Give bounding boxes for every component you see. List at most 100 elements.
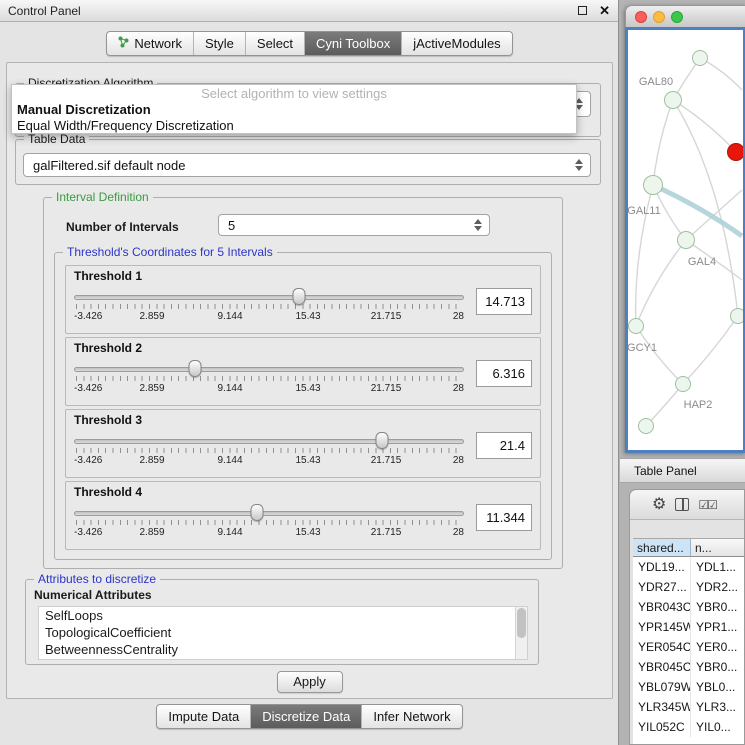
table-row[interactable]: YDL19...YDL1...: [633, 557, 744, 577]
table-row[interactable]: YBR045CYBR0...: [633, 657, 744, 677]
attributes-group: Attributes to discretize Numerical Attri…: [25, 579, 539, 665]
table-row[interactable]: YBL079WYBL0...: [633, 677, 744, 697]
threshold-label: Threshold 2: [74, 341, 532, 355]
tab-infer-network[interactable]: Infer Network: [362, 705, 461, 728]
scale-tick-label: -3.426: [74, 311, 102, 322]
zoom-traffic-light[interactable]: [671, 11, 683, 23]
node-table: shared... n... YDL19...YDL1...YDR27...YD…: [633, 538, 744, 744]
slider-scale: -3.4262.8599.14415.4321.71528: [74, 311, 464, 323]
cell-shared-name: YBR045C: [633, 657, 691, 677]
tab-network[interactable]: Network: [107, 32, 194, 55]
number-of-intervals-combobox[interactable]: 5: [218, 214, 490, 236]
slider-track: [74, 367, 464, 372]
tab-label: jActiveModules: [413, 36, 500, 51]
table-data-combobox-value: galFiltered.sif default node: [33, 158, 572, 173]
node-label: GCY1: [627, 342, 657, 354]
table-row[interactable]: YER054CYER0...: [633, 637, 744, 657]
dropdown-option-manual-discretization[interactable]: Manual Discretization: [12, 102, 576, 118]
column-header-shared-name[interactable]: shared...: [633, 538, 691, 557]
tab-label: Network: [134, 36, 182, 51]
list-scrollbar[interactable]: [515, 607, 527, 659]
network-node[interactable]: [692, 50, 708, 66]
slider-thumb[interactable]: [188, 360, 201, 377]
scale-tick-label: 28: [453, 311, 464, 322]
list-item[interactable]: SelfLoops: [39, 607, 527, 624]
slider-ticks: [76, 376, 462, 381]
control-panel: Control Panel ✕ NetworkStyleSelectCyni T…: [0, 0, 619, 745]
list-item[interactable]: TopologicalCoefficient: [39, 624, 527, 641]
threshold-block-3: Threshold 3-3.4262.8599.14415.4321.71528: [65, 409, 541, 478]
minimize-traffic-light[interactable]: [653, 11, 665, 23]
slider-thumb[interactable]: [251, 504, 264, 521]
list-item[interactable]: BetweennessCentrality: [39, 641, 527, 658]
gear-icon[interactable]: ⚙: [652, 497, 666, 513]
network-node-gal11[interactable]: [643, 175, 663, 195]
scale-tick-label: 2.859: [139, 311, 164, 322]
tab-jactivemodules[interactable]: jActiveModules: [402, 32, 511, 55]
table-row[interactable]: YBR043CYBR0...: [633, 597, 744, 617]
slider-ticks: [76, 304, 462, 309]
close-icon[interactable]: ✕: [599, 4, 610, 17]
select-checkboxes-icon[interactable]: ☑☑: [698, 498, 716, 512]
table-row[interactable]: YIL052CYIL0...: [633, 717, 744, 737]
network-node-hap2[interactable]: [675, 376, 691, 392]
scale-tick-label: 28: [453, 527, 464, 538]
cell-shared-name: YIL052C: [633, 717, 691, 737]
cell-name: YDR2...: [691, 577, 744, 597]
table-row[interactable]: YDR27...YDR2...: [633, 577, 744, 597]
table-row[interactable]: YPR145WYPR1...: [633, 617, 744, 637]
scale-tick-label: 9.144: [217, 527, 242, 538]
scale-tick-label: 9.144: [217, 383, 242, 394]
slider-thumb[interactable]: [376, 432, 389, 449]
threshold-value-input[interactable]: [476, 432, 532, 459]
cell-shared-name: YDR27...: [633, 577, 691, 597]
attributes-group-title: Attributes to discretize: [34, 572, 160, 586]
cell-name: YLR3...: [691, 697, 744, 717]
columns-icon[interactable]: [675, 498, 689, 511]
dropdown-option-equal-width-frequency[interactable]: Equal Width/Frequency Discretization: [12, 118, 576, 134]
scrollbar-thumb[interactable]: [517, 608, 526, 638]
tab-label: Style: [205, 36, 234, 51]
network-canvas[interactable]: GAL80GAL11GAL4GCY1HAP2: [625, 27, 745, 453]
scale-tick-label: 21.715: [371, 527, 402, 538]
scale-tick-label: 28: [453, 383, 464, 394]
network-node[interactable]: [727, 143, 745, 161]
tab-impute-data[interactable]: Impute Data: [157, 705, 251, 728]
threshold-value-input[interactable]: [476, 504, 532, 531]
apply-button[interactable]: Apply: [277, 671, 343, 693]
threshold-slider[interactable]: -3.4262.8599.14415.4321.71528: [74, 504, 464, 542]
restore-icon[interactable]: [578, 6, 587, 15]
scale-tick-label: 28: [453, 455, 464, 466]
threshold-slider[interactable]: -3.4262.8599.14415.4321.71528: [74, 432, 464, 470]
network-node-gal80[interactable]: [664, 91, 682, 109]
close-traffic-light[interactable]: [635, 11, 647, 23]
node-label: GAL11: [627, 205, 660, 217]
tab-discretize-data[interactable]: Discretize Data: [251, 705, 362, 728]
tab-cyni-toolbox[interactable]: Cyni Toolbox: [305, 32, 402, 55]
scale-tick-label: 15.43: [295, 311, 320, 322]
slider-thumb[interactable]: [293, 288, 306, 305]
column-header-name[interactable]: n...: [691, 538, 744, 557]
tab-style[interactable]: Style: [194, 32, 246, 55]
threshold-block-2: Threshold 2 -3.4262.8599.14415.4321.71528: [65, 337, 541, 406]
node-label: GAL4: [688, 256, 716, 268]
network-node-gal4[interactable]: [677, 231, 695, 249]
threshold-slider[interactable]: -3.4262.8599.14415.4321.71528: [74, 360, 464, 398]
network-node-gcy1[interactable]: [628, 318, 644, 334]
table-data-combobox[interactable]: galFiltered.sif default node: [23, 153, 591, 177]
threshold-slider[interactable]: -3.4262.8599.14415.4321.71528: [74, 288, 464, 326]
network-node[interactable]: [730, 308, 745, 324]
tab-select[interactable]: Select: [246, 32, 305, 55]
threshold-block-4: Threshold 4-3.4262.8599.14415.4321.71528: [65, 481, 541, 550]
cell-shared-name: YBR043C: [633, 597, 691, 617]
network-node[interactable]: [638, 418, 654, 434]
number-of-intervals-value: 5: [228, 218, 471, 233]
scale-tick-label: 9.144: [217, 311, 242, 322]
threshold-value-input[interactable]: [476, 360, 532, 387]
thresholds-group: Threshold's Coordinates for 5 Intervals …: [54, 252, 552, 560]
slider-scale: -3.4262.8599.14415.4321.71528: [74, 383, 464, 395]
table-row[interactable]: YLR345WYLR3...: [633, 697, 744, 717]
numerical-attributes-list[interactable]: SelfLoopsTopologicalCoefficientBetweenne…: [38, 606, 528, 660]
network-view-window: GAL80GAL11GAL4GCY1HAP2: [625, 5, 745, 453]
threshold-value-input[interactable]: [476, 288, 532, 315]
